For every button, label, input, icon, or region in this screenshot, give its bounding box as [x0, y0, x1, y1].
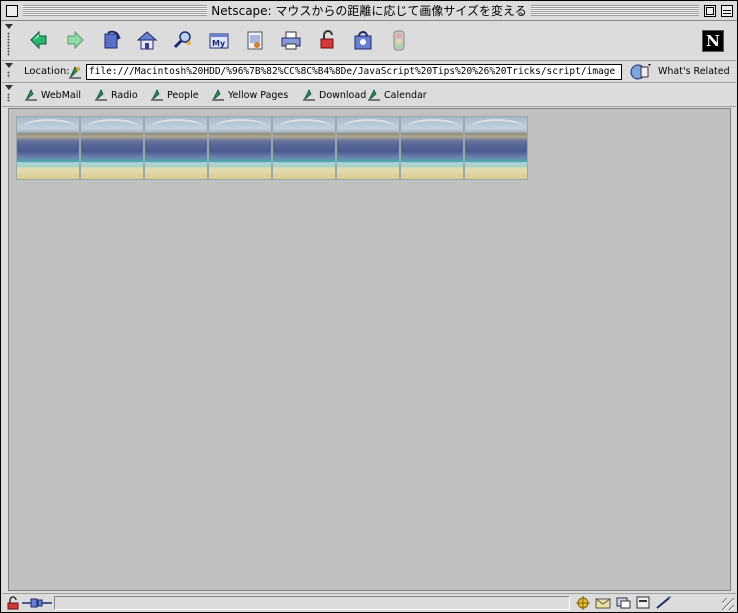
personal-toolbar: WebMail Radio People Yellow Pages Downlo…	[2, 83, 736, 107]
collapse-box[interactable]	[721, 5, 733, 17]
stop-button[interactable]	[388, 29, 410, 51]
bookmark-calendar[interactable]: Calendar	[367, 87, 427, 103]
title-stripes-right	[531, 5, 699, 16]
composer-icon[interactable]	[654, 595, 672, 610]
images-icon	[247, 31, 263, 50]
connection-plug-icon	[22, 598, 52, 608]
zoom-box[interactable]	[704, 5, 716, 17]
images-button[interactable]	[244, 29, 266, 51]
home-button[interactable]	[136, 29, 158, 51]
bookmark-label: Download	[319, 89, 367, 101]
collapse-triangle-icon[interactable]	[5, 63, 13, 68]
beach-image[interactable]	[464, 116, 528, 180]
location-url-field[interactable]: file:///Macintosh%20HDD/%96%7B%82%CC%8C%…	[86, 64, 622, 80]
collapse-triangle-icon[interactable]	[5, 85, 13, 90]
print-icon	[281, 31, 301, 50]
page-content	[8, 108, 731, 591]
resize-grip[interactable]	[722, 598, 734, 610]
home-icon	[136, 31, 158, 50]
back-icon	[30, 30, 47, 50]
location-toolbar: Location: file:///Macintosh%20HDD/%96%7B…	[2, 61, 736, 83]
location-label: Location:	[24, 66, 70, 77]
beach-image[interactable]	[144, 116, 208, 180]
whats-related-icon[interactable]	[629, 63, 651, 81]
bookmark-yellow-pages[interactable]: Yellow Pages	[211, 87, 288, 103]
stop-icon	[393, 30, 405, 51]
component-bar	[574, 595, 672, 610]
shop-icon	[354, 31, 372, 50]
search-icon	[173, 31, 191, 49]
bookmark-label: People	[167, 89, 199, 101]
forward-button[interactable]	[64, 29, 86, 51]
my-netscape-label: My	[212, 39, 226, 48]
beach-image[interactable]	[400, 116, 464, 180]
title-bar[interactable]: Netscape: マウスからの距離に応じて画像サイズを変える	[1, 1, 737, 21]
netscape-logo[interactable]: N	[702, 30, 724, 52]
beach-image[interactable]	[16, 116, 80, 180]
bookmark-label: Yellow Pages	[228, 89, 289, 101]
shop-button[interactable]	[352, 29, 374, 51]
bookmark-icon	[25, 89, 37, 101]
toolbar-grip[interactable]	[5, 85, 13, 104]
status-bar	[2, 593, 736, 611]
bookmark-label: Radio	[111, 89, 138, 101]
bookmark-icon	[212, 89, 224, 101]
address-book-icon[interactable]	[634, 595, 652, 610]
beach-image[interactable]	[80, 116, 144, 180]
bookmark-radio[interactable]: Radio	[94, 87, 138, 103]
bookmark-icon	[303, 89, 315, 101]
forward-icon	[67, 30, 84, 50]
security-button[interactable]	[316, 29, 338, 51]
toolbar-grip[interactable]	[5, 24, 13, 58]
toolbar-grip[interactable]	[5, 63, 13, 80]
search-button[interactable]	[172, 29, 194, 51]
mail-icon[interactable]	[594, 595, 612, 610]
browser-window: Netscape: マウスからの距離に応じて画像サイズを変える My N Loc…	[0, 0, 738, 613]
my-netscape-button[interactable]: My	[208, 29, 230, 51]
reload-icon	[104, 30, 121, 49]
window-title: Netscape: マウスからの距離に応じて画像サイズを変える	[207, 3, 531, 19]
close-box[interactable]	[6, 5, 18, 17]
title-stripes-left	[23, 5, 207, 16]
bookmark-icon	[95, 89, 107, 101]
beach-image[interactable]	[336, 116, 400, 180]
newsgroups-icon[interactable]	[614, 595, 632, 610]
beach-image[interactable]	[208, 116, 272, 180]
navigation-toolbar: My N	[2, 22, 736, 61]
my-netscape-icon: My	[209, 33, 229, 49]
whats-related-button[interactable]: What's Related	[658, 66, 730, 77]
bookmark-label: WebMail	[41, 89, 82, 101]
navigator-icon[interactable]	[574, 595, 592, 610]
bookmark-webmail[interactable]: WebMail	[24, 87, 81, 103]
print-button[interactable]	[280, 29, 302, 51]
bookmark-download[interactable]: Download	[302, 87, 366, 103]
reload-button[interactable]	[101, 29, 123, 51]
security-icon	[320, 30, 334, 49]
security-lock-icon[interactable]	[6, 596, 20, 610]
status-message	[54, 596, 570, 610]
bookmark-icon	[151, 89, 163, 101]
beach-image[interactable]	[272, 116, 336, 180]
bookmark-people[interactable]: People	[150, 87, 199, 103]
image-row	[16, 116, 528, 180]
page-proxy-icon[interactable]	[68, 64, 82, 80]
collapse-triangle-icon[interactable]	[5, 24, 13, 29]
bookmark-label: Calendar	[384, 89, 427, 101]
bookmark-icon	[368, 89, 380, 101]
back-button[interactable]	[28, 29, 50, 51]
